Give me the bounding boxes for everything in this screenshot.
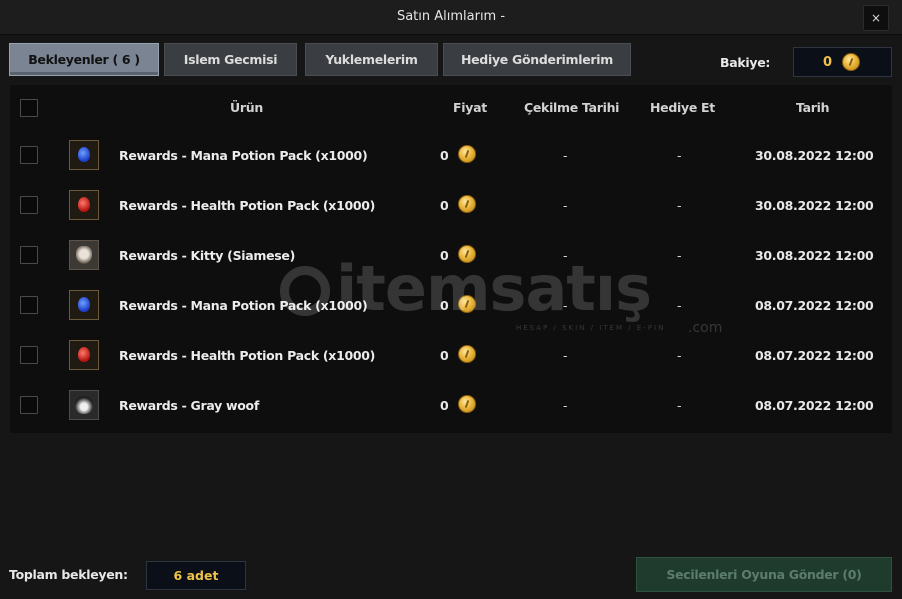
row-withdraw-date: -: [563, 398, 568, 413]
row-checkbox[interactable]: [20, 246, 38, 264]
header-product: Ürün: [230, 100, 263, 115]
coin-icon: [458, 395, 476, 413]
row-gift[interactable]: -: [677, 298, 682, 313]
row-price: 0: [440, 298, 449, 313]
row-product-name: Rewards - Health Potion Pack (x1000): [119, 348, 376, 363]
table-row: Rewards - Kitty (Siamese) 0 - - 30.08.20…: [10, 232, 892, 282]
balance-value: 0: [823, 55, 833, 70]
row-withdraw-date: -: [563, 198, 568, 213]
row-gift[interactable]: -: [677, 148, 682, 163]
row-checkbox[interactable]: [20, 396, 38, 414]
balance-label: Bakiye:: [720, 55, 771, 70]
send-selected-to-game-button[interactable]: Secilenleri Oyuna Gönder (0): [636, 557, 892, 592]
tab-transaction-history[interactable]: Islem Gecmisi: [164, 43, 297, 76]
row-gift[interactable]: -: [677, 248, 682, 263]
coin-icon: [458, 295, 476, 313]
window-titlebar: Satın Alımlarım - ×: [0, 0, 902, 35]
header-date: Tarih: [796, 100, 830, 115]
tab-gift-sends[interactable]: Hediye Gönderimlerim: [443, 43, 631, 76]
row-gift[interactable]: -: [677, 198, 682, 213]
row-date: 08.07.2022 12:00: [755, 348, 874, 363]
row-gift[interactable]: -: [677, 348, 682, 363]
row-product-name: Rewards - Health Potion Pack (x1000): [119, 198, 376, 213]
window-title: Satın Alımlarım -: [396, 9, 506, 24]
header-withdraw-date: Çekilme Tarihi: [524, 100, 620, 115]
table-header: Ürün Fiyat Çekilme Tarihi Hediye Et Tari…: [10, 85, 892, 131]
row-withdraw-date: -: [563, 248, 568, 263]
row-checkbox[interactable]: [20, 146, 38, 164]
select-all-checkbox[interactable]: [20, 99, 38, 117]
total-pending-value: 6 adet: [146, 561, 246, 590]
kitty-icon: [69, 240, 99, 270]
table-row: Rewards - Mana Potion Pack (x1000) 0 - -…: [10, 132, 892, 182]
row-withdraw-date: -: [563, 148, 568, 163]
total-pending-label: Toplam bekleyen:: [9, 567, 128, 582]
header-gift: Hediye Et: [650, 100, 715, 115]
table-row: Rewards - Gray woof 0 - - 08.07.2022 12:…: [10, 382, 892, 432]
row-price: 0: [440, 398, 449, 413]
table-row: Rewards - Health Potion Pack (x1000) 0 -…: [10, 182, 892, 232]
row-date: 30.08.2022 12:00: [755, 248, 874, 263]
coin-icon: [458, 195, 476, 213]
coin-icon: [458, 145, 476, 163]
coin-icon: [842, 53, 860, 71]
purchases-table: Ürün Fiyat Çekilme Tarihi Hediye Et Tari…: [10, 85, 892, 433]
mana-potion-icon: [69, 140, 99, 170]
health-potion-icon: [69, 340, 99, 370]
gray-woof-icon: [69, 390, 99, 420]
row-product-name: Rewards - Mana Potion Pack (x1000): [119, 148, 368, 163]
row-price: 0: [440, 348, 449, 363]
row-price: 0: [440, 148, 449, 163]
row-checkbox[interactable]: [20, 296, 38, 314]
header-price: Fiyat: [453, 100, 487, 115]
row-gift[interactable]: -: [677, 398, 682, 413]
health-potion-icon: [69, 190, 99, 220]
row-date: 30.08.2022 12:00: [755, 148, 874, 163]
tab-pending[interactable]: Bekleyenler ( 6 ): [9, 43, 159, 76]
row-product-name: Rewards - Mana Potion Pack (x1000): [119, 298, 368, 313]
row-price: 0: [440, 198, 449, 213]
coin-icon: [458, 345, 476, 363]
row-withdraw-date: -: [563, 348, 568, 363]
row-checkbox[interactable]: [20, 346, 38, 364]
row-checkbox[interactable]: [20, 196, 38, 214]
row-withdraw-date: -: [563, 298, 568, 313]
row-product-name: Rewards - Kitty (Siamese): [119, 248, 296, 263]
table-row: Rewards - Mana Potion Pack (x1000) 0 - -…: [10, 282, 892, 332]
row-date: 08.07.2022 12:00: [755, 298, 874, 313]
tab-uploads[interactable]: Yuklemelerim: [305, 43, 438, 76]
row-price: 0: [440, 248, 449, 263]
table-row: Rewards - Health Potion Pack (x1000) 0 -…: [10, 332, 892, 382]
row-date: 08.07.2022 12:00: [755, 398, 874, 413]
row-product-name: Rewards - Gray woof: [119, 398, 259, 413]
row-date: 30.08.2022 12:00: [755, 198, 874, 213]
close-icon[interactable]: ×: [863, 5, 889, 31]
mana-potion-icon: [69, 290, 99, 320]
balance-display: 0: [793, 47, 892, 77]
coin-icon: [458, 245, 476, 263]
